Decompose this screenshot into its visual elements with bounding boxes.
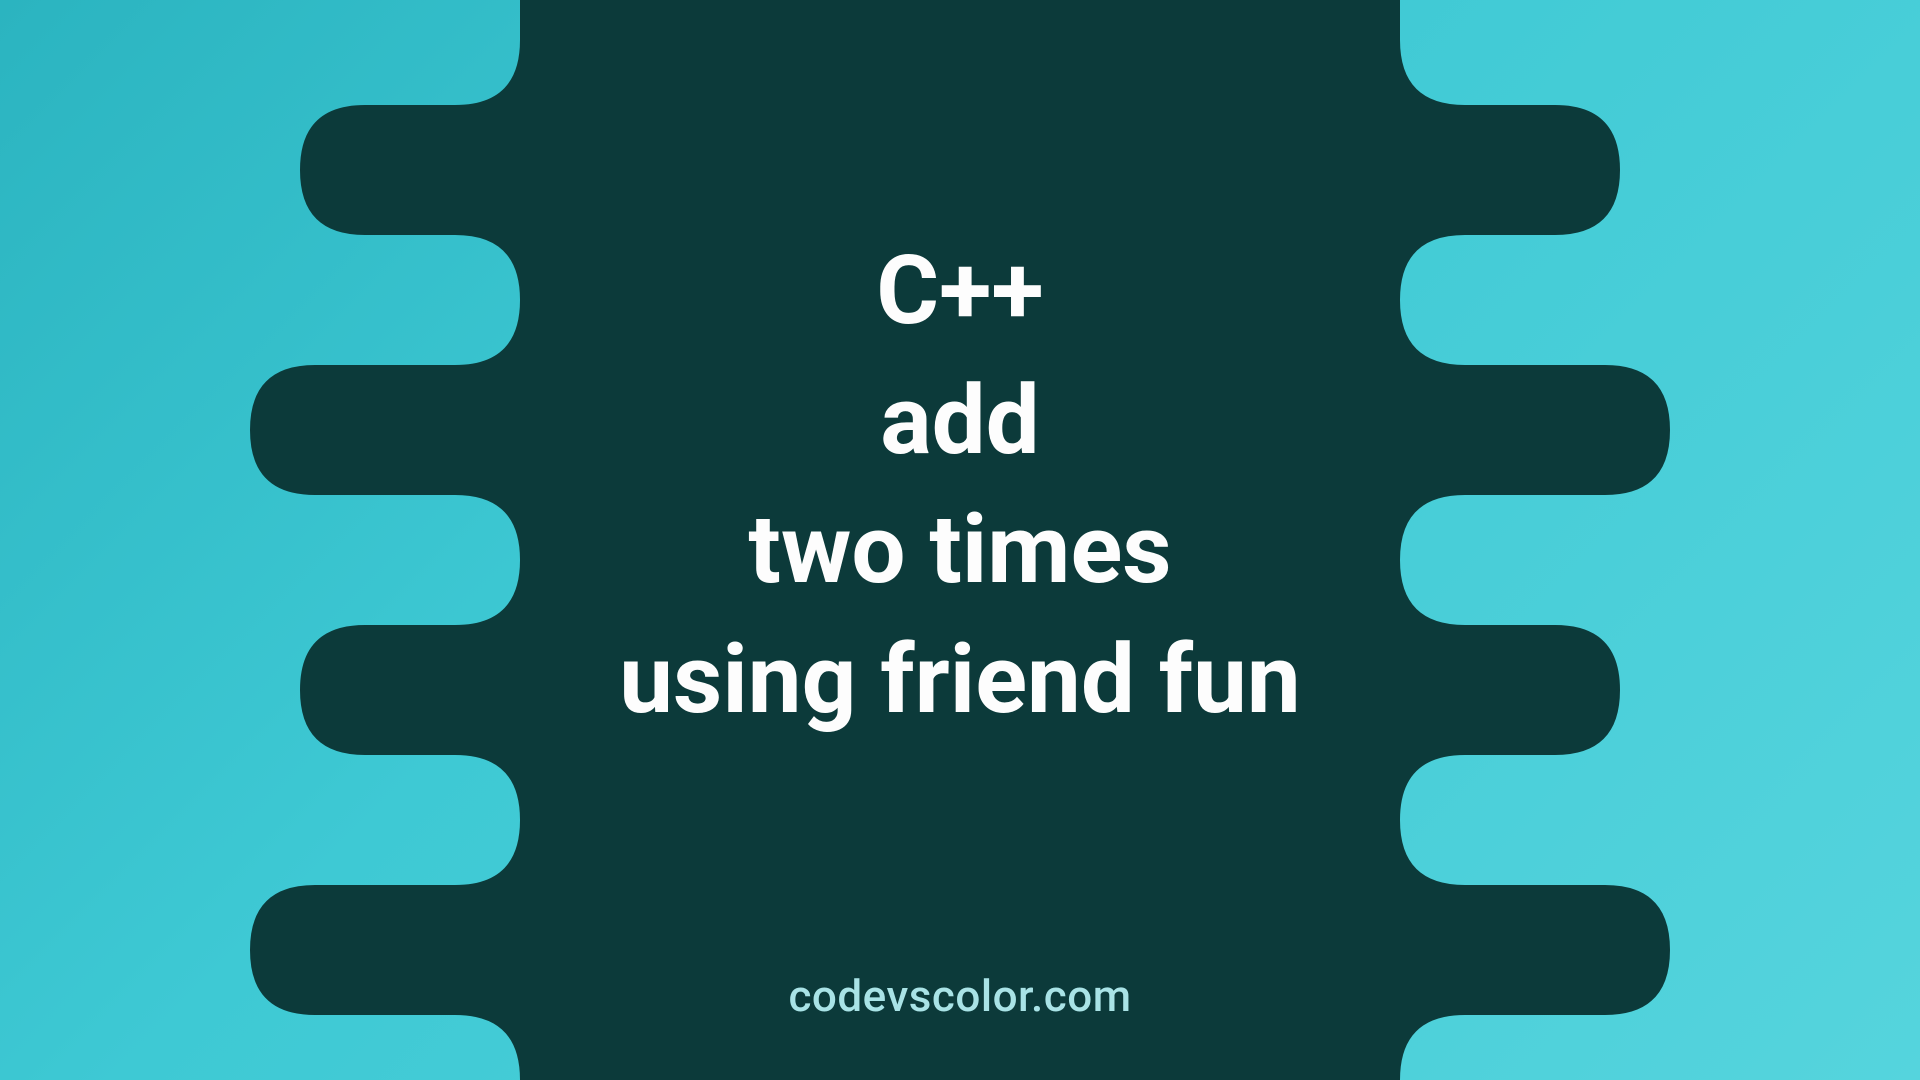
title-line-3: two times [619, 486, 1300, 616]
banner-canvas: C++ add two times using friend fun codev… [0, 0, 1920, 1080]
title-line-2: add [619, 356, 1300, 486]
credit-text: codevscolor.com [788, 970, 1131, 1022]
title-block: C++ add two times using friend fun [619, 227, 1300, 745]
title-line-4: using friend fun [619, 616, 1300, 746]
title-line-1: C++ [619, 227, 1300, 357]
